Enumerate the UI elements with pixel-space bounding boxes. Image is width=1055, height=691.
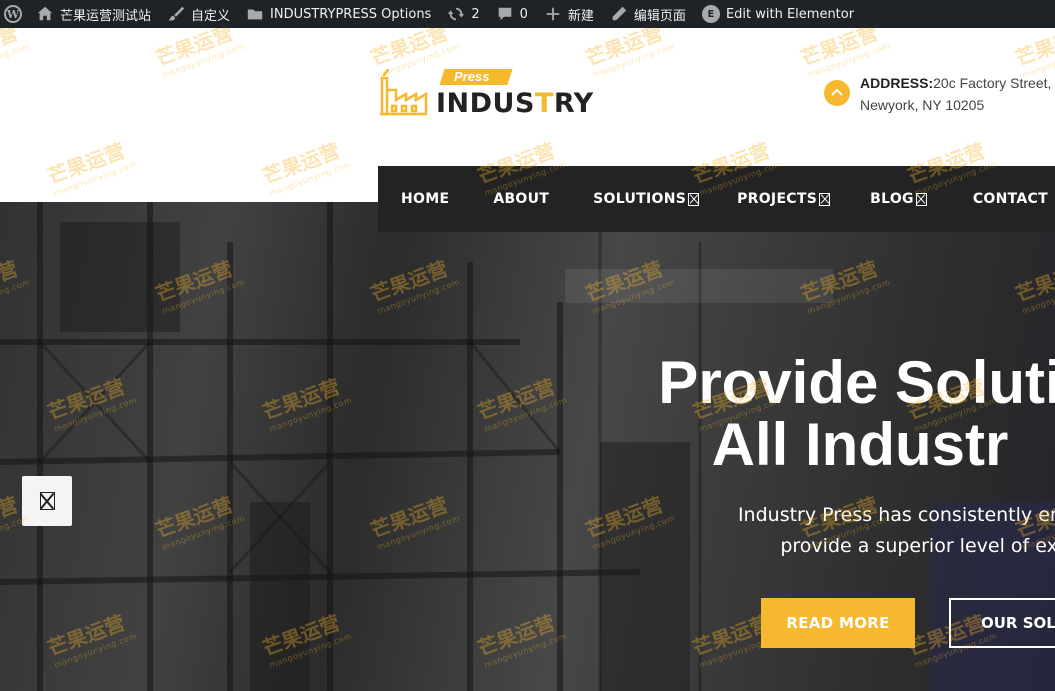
- nav-item-blog[interactable]: BLOG: [870, 166, 927, 232]
- wordpress-logo-menu[interactable]: W: [0, 0, 28, 28]
- theme-options-menu[interactable]: INDUSTRYPRESS Options: [238, 0, 439, 28]
- updates-icon: [447, 5, 465, 23]
- new-label: 新建: [567, 8, 594, 24]
- site-name-menu[interactable]: 芒果运营测试站: [28, 0, 159, 28]
- dropdown-arrow-icon: [688, 192, 700, 206]
- address-label: ADDRESS:: [860, 75, 934, 91]
- nav-item-about[interactable]: ABOUT: [493, 166, 549, 232]
- read-more-button[interactable]: READ MORE: [761, 598, 915, 648]
- theme-options-label: INDUSTRYPRESS Options: [270, 6, 432, 22]
- chevron-up-icon: [824, 80, 850, 106]
- dropdown-arrow-icon: [915, 192, 927, 206]
- factory-icon: [380, 68, 428, 116]
- nav-item-contact[interactable]: CONTACT: [973, 166, 1048, 232]
- site-name-label: 芒果运营测试站: [60, 8, 152, 24]
- our-solutions-button[interactable]: OUR SOLU: [949, 598, 1055, 648]
- hero-subtitle-line2: provide a superior level of exce: [780, 535, 1055, 557]
- updates-menu[interactable]: 2: [439, 0, 487, 28]
- logo-word-start: INDUS: [436, 88, 535, 119]
- edit-page-menu[interactable]: 编辑页面: [602, 0, 694, 28]
- side-panel-toggle[interactable]: [22, 476, 72, 526]
- nav-item-solutions[interactable]: SOLUTIONS: [593, 166, 700, 232]
- nav-solutions-label: SOLUTIONS: [593, 191, 687, 207]
- home-dashboard-icon: [36, 5, 54, 23]
- admin-bar: W 芒果运营测试站 自定义 INDUSTRYPRESS Options 2 0: [0, 0, 1055, 28]
- hero-subtitle-line1: Industry Press has consistently embrace: [737, 504, 1055, 526]
- site-logo[interactable]: Press INDUSTRY: [378, 66, 593, 122]
- edit-page-label: 编辑页面: [633, 8, 686, 24]
- hero-subtitle: Industry Press has consistently embrace …: [650, 500, 1055, 562]
- wordpress-icon: W: [4, 5, 22, 23]
- plus-icon: [544, 5, 562, 23]
- logo-wordmark: INDUSTRY: [436, 88, 594, 119]
- pencil-icon: [610, 5, 628, 23]
- comments-count: 0: [519, 6, 528, 22]
- nav-item-home[interactable]: HOME: [401, 166, 449, 232]
- elementor-label: Edit with Elementor: [725, 6, 855, 22]
- hero-title-line2: All Industr: [711, 411, 1009, 478]
- dropdown-arrow-icon: [819, 192, 831, 206]
- missing-glyph-icon: [39, 492, 55, 510]
- main-navigation: HOME ABOUT SOLUTIONS PROJECTS BLOG CONTA…: [378, 166, 1055, 232]
- elementor-menu[interactable]: E Edit with Elementor: [694, 0, 862, 28]
- updates-count: 2: [471, 6, 480, 22]
- hero-slider: Provide Soluti All Industr Industry Pres…: [0, 202, 1055, 691]
- hero-title: Provide Soluti All Industr: [560, 352, 1055, 476]
- nav-item-projects[interactable]: PROJECTS: [737, 166, 831, 232]
- logo-word-accent: T: [534, 88, 554, 119]
- logo-word-end: RY: [553, 88, 594, 119]
- new-content-menu[interactable]: 新建: [536, 0, 602, 28]
- slide-caption-overlay: [565, 269, 833, 303]
- nav-projects-label: PROJECTS: [737, 191, 818, 207]
- address-line2: Newyork, NY 10205: [860, 97, 985, 113]
- comments-menu[interactable]: 0: [488, 0, 536, 28]
- nav-contact-label: CONTACT: [972, 191, 1048, 207]
- comment-icon: [496, 5, 514, 23]
- nav-home-label: HOME: [401, 191, 450, 207]
- address-text: ADDRESS:20c Factory Street, Newyork, NY …: [860, 72, 1055, 116]
- customize-menu[interactable]: 自定义: [159, 0, 238, 28]
- elementor-icon: E: [701, 5, 720, 23]
- nav-blog-label: BLOG: [870, 191, 914, 207]
- paintbrush-icon: [167, 5, 185, 23]
- customize-label: 自定义: [191, 8, 231, 24]
- folder-icon: [246, 5, 264, 23]
- address-line1: 20c Factory Street,: [933, 75, 1052, 91]
- logo-tag-text: Press: [454, 69, 490, 84]
- nav-about-label: ABOUT: [493, 191, 550, 207]
- hero-title-line1: Provide Soluti: [658, 349, 1055, 416]
